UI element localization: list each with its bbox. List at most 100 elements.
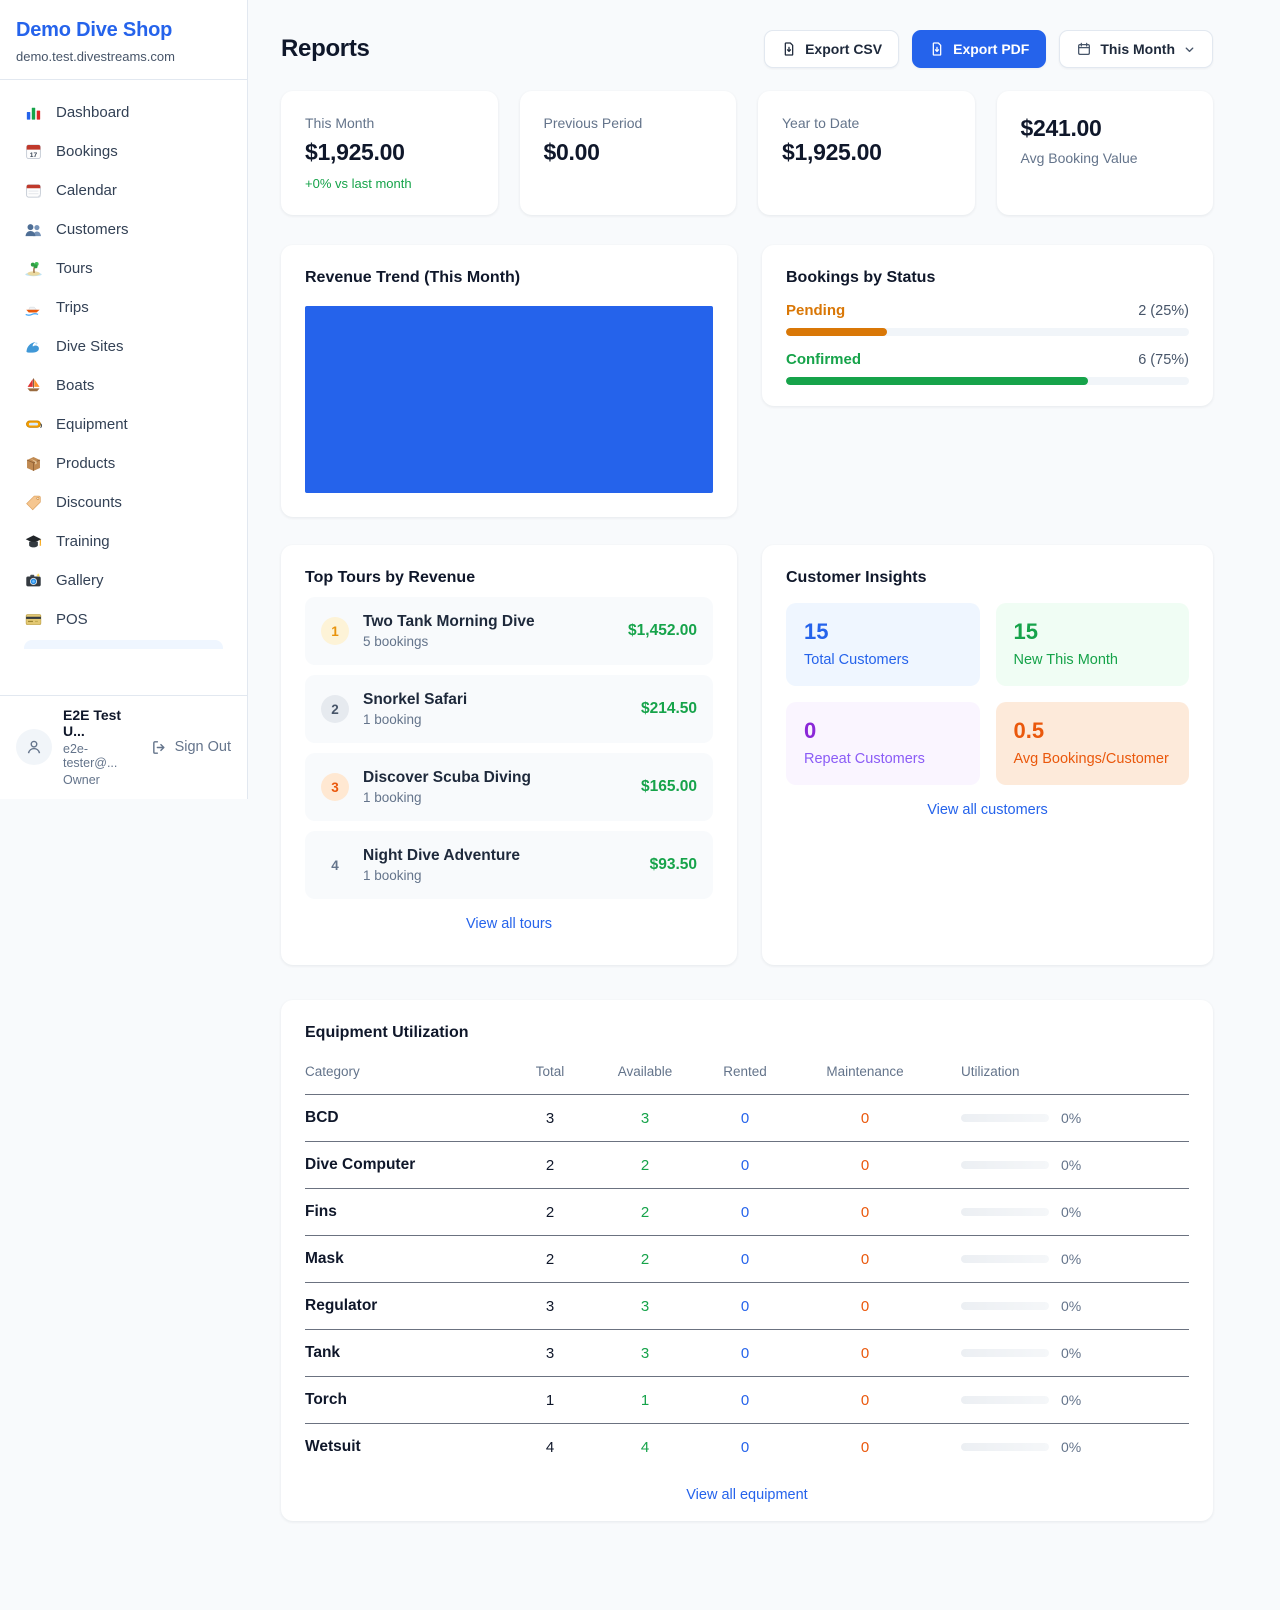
tour-revenue: $93.50 xyxy=(650,856,697,874)
stat-card-previous-period: Previous Period $0.00 xyxy=(520,91,737,215)
revenue-trend-card: Revenue Trend (This Month) xyxy=(281,245,737,517)
sidebar-item-label: Dive Sites xyxy=(56,338,124,355)
sidebar-item-label: Training xyxy=(56,533,110,550)
brand: Demo Dive Shop demo.test.divestreams.com xyxy=(0,0,247,80)
equipment-utilization-card: Equipment Utilization Category Total Ava… xyxy=(281,1000,1213,1521)
tour-name: Night Dive Adventure xyxy=(363,847,636,865)
cell-total: 2 xyxy=(505,1189,595,1236)
cell-total: 2 xyxy=(505,1142,595,1189)
status-label: Confirmed xyxy=(786,351,861,368)
cell-available: 4 xyxy=(595,1424,695,1471)
sidebar-item-pos[interactable]: POS xyxy=(12,600,235,639)
cell-maintenance: 0 xyxy=(795,1236,935,1283)
tour-revenue: $1,452.00 xyxy=(628,622,697,640)
brand-domain: demo.test.divestreams.com xyxy=(16,49,231,64)
utilization-bar xyxy=(961,1302,1049,1310)
utilization-percent: 0% xyxy=(1061,1298,1081,1314)
wave-icon xyxy=(24,337,43,356)
utilization-bar xyxy=(961,1255,1049,1263)
sidebar-item-reports-partial[interactable] xyxy=(24,640,223,649)
rank-badge: 1 xyxy=(321,617,349,645)
cell-total: 3 xyxy=(505,1330,595,1377)
sidebar-item-gallery[interactable]: Gallery xyxy=(12,561,235,600)
user-info: E2E Test U... e2e-tester@... Owner xyxy=(63,707,140,787)
period-dropdown[interactable]: This Month xyxy=(1059,30,1213,68)
user-email: e2e-tester@... xyxy=(63,742,140,770)
utilization-percent: 0% xyxy=(1061,1439,1081,1455)
export-pdf-button[interactable]: Export PDF xyxy=(912,30,1046,68)
revenue-trend-title: Revenue Trend (This Month) xyxy=(305,269,713,287)
view-all-equipment-link[interactable]: View all equipment xyxy=(305,1487,1189,1503)
chevron-down-icon xyxy=(1183,43,1196,56)
cell-category: Dive Computer xyxy=(305,1142,505,1189)
view-all-customers-link[interactable]: View all customers xyxy=(786,802,1189,818)
export-csv-label: Export CSV xyxy=(805,41,882,57)
progress-fill xyxy=(786,328,887,336)
sidebar-item-equipment[interactable]: Equipment xyxy=(12,405,235,444)
table-row: Wetsuit 4 4 0 0 0% xyxy=(305,1424,1189,1471)
status-count: 2 (25%) xyxy=(1138,303,1189,319)
sign-out-button[interactable]: Sign Out xyxy=(151,739,231,756)
equipment-utilization-title: Equipment Utilization xyxy=(305,1024,1189,1042)
utilization-bar xyxy=(961,1396,1049,1404)
stat-card-this-month: This Month $1,925.00 +0% vs last month xyxy=(281,91,498,215)
insight-label: Total Customers xyxy=(804,652,962,668)
rank-badge: 4 xyxy=(321,851,349,879)
sidebar-item-label: Boats xyxy=(56,377,94,394)
table-header-row: Category Total Available Rented Maintena… xyxy=(305,1055,1189,1095)
cell-maintenance: 0 xyxy=(795,1283,935,1330)
sidebar-item-calendar[interactable]: Calendar xyxy=(12,171,235,210)
header-actions: Export CSV Export PDF This Month xyxy=(764,30,1213,68)
sidebar-item-dive-sites[interactable]: Dive Sites xyxy=(12,327,235,366)
period-label: This Month xyxy=(1100,41,1175,57)
sidebar: Demo Dive Shop demo.test.divestreams.com… xyxy=(0,0,248,799)
user-role: Owner xyxy=(63,773,140,787)
tag-icon xyxy=(24,493,43,512)
tour-list-item: 1 Two Tank Morning Dive 5 bookings $1,45… xyxy=(305,597,713,665)
cell-maintenance: 0 xyxy=(795,1330,935,1377)
insight-label: Avg Bookings/Customer xyxy=(1014,751,1172,767)
sidebar-item-trips[interactable]: Trips xyxy=(12,288,235,327)
utilization-percent: 0% xyxy=(1061,1392,1081,1408)
table-row: Torch 1 1 0 0 0% xyxy=(305,1377,1189,1424)
sidebar-item-dashboard[interactable]: Dashboard xyxy=(12,93,235,132)
utilization-percent: 0% xyxy=(1061,1204,1081,1220)
calendar-icon xyxy=(1076,41,1092,57)
cell-category: Wetsuit xyxy=(305,1424,505,1471)
sidebar-item-label: Gallery xyxy=(56,572,104,589)
customer-insights-card: Customer Insights 15 Total Customers 15 … xyxy=(762,545,1213,965)
utilization-bar xyxy=(961,1349,1049,1357)
sidebar-item-training[interactable]: Training xyxy=(12,522,235,561)
tour-bookings: 1 booking xyxy=(363,790,627,805)
cell-category: Torch xyxy=(305,1377,505,1424)
bookings-by-status-title: Bookings by Status xyxy=(786,269,1189,287)
cell-rented: 0 xyxy=(695,1189,795,1236)
tour-revenue: $165.00 xyxy=(641,778,697,796)
sidebar-item-tours[interactable]: Tours xyxy=(12,249,235,288)
sidebar-item-label: Trips xyxy=(56,299,89,316)
sidebar-item-boats[interactable]: Boats xyxy=(12,366,235,405)
view-all-tours-link[interactable]: View all tours xyxy=(305,916,713,932)
sidebar-item-bookings[interactable]: 17 Bookings xyxy=(12,132,235,171)
sign-out-icon xyxy=(151,739,168,756)
insight-label: New This Month xyxy=(1014,652,1172,668)
rank-badge: 3 xyxy=(321,773,349,801)
sidebar-item-label: Dashboard xyxy=(56,104,129,121)
insight-tile-new-this-month: 15 New This Month xyxy=(996,603,1190,686)
utilization-percent: 0% xyxy=(1061,1110,1081,1126)
sidebar-item-discounts[interactable]: Discounts xyxy=(12,483,235,522)
sidebar-item-products[interactable]: Products xyxy=(12,444,235,483)
sidebar-item-customers[interactable]: Customers xyxy=(12,210,235,249)
utilization-bar xyxy=(961,1161,1049,1169)
insight-tile-avg-bookings: 0.5 Avg Bookings/Customer xyxy=(996,702,1190,785)
cell-available: 3 xyxy=(595,1330,695,1377)
cell-maintenance: 0 xyxy=(795,1095,935,1142)
speedboat-icon xyxy=(24,298,43,317)
utilization-percent: 0% xyxy=(1061,1345,1081,1361)
diving-mask-icon xyxy=(24,415,43,434)
column-header-category: Category xyxy=(305,1055,505,1095)
sidebar-item-label: Discounts xyxy=(56,494,122,511)
sign-out-label: Sign Out xyxy=(175,739,231,755)
export-csv-button[interactable]: Export CSV xyxy=(764,30,899,68)
column-header-rented: Rented xyxy=(695,1055,795,1095)
